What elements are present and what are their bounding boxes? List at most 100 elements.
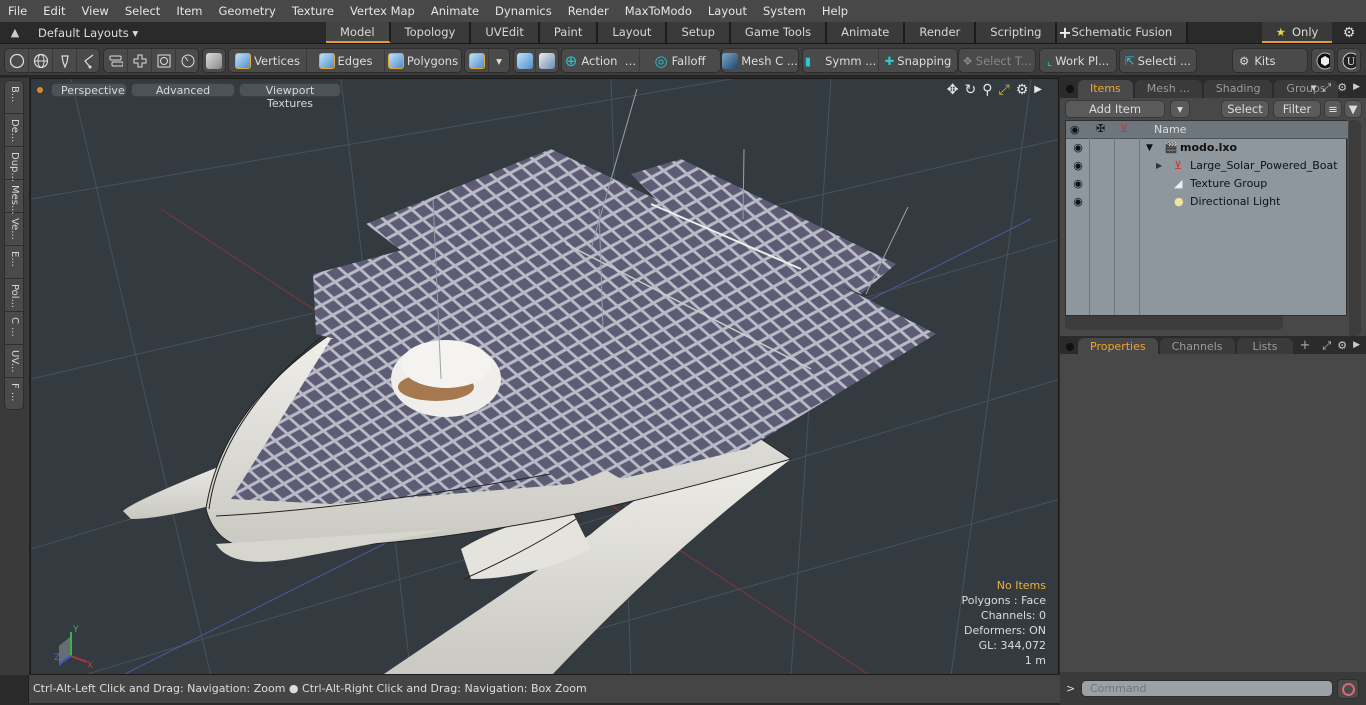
visibility-eye-icon[interactable]: ◉ [1070, 193, 1086, 211]
add-panel-tab-button[interactable]: + [1299, 338, 1310, 353]
tab-topology[interactable]: Topology [390, 22, 472, 43]
tab-model[interactable]: Model [326, 22, 391, 43]
menu-edit[interactable]: Edit [35, 0, 73, 22]
chevron-down-icon[interactable]: ▾ [1311, 81, 1317, 95]
panel-dot-icon[interactable] [1066, 85, 1074, 93]
gray-cube-icon[interactable] [203, 49, 225, 72]
symmetry-button[interactable]: ▮ Symm ... [803, 49, 879, 72]
gear-icon[interactable]: ⚙ [1340, 23, 1358, 43]
globe-icon[interactable] [29, 49, 53, 72]
command-input[interactable] [1081, 680, 1333, 697]
perspective-button[interactable]: Perspective [51, 83, 127, 97]
menu-file[interactable]: File [0, 0, 35, 22]
expand-arrow-icon[interactable]: ▶ [1156, 157, 1162, 175]
mesh-constraint-button[interactable]: Mesh C ... [722, 49, 798, 72]
lasso-icon[interactable] [77, 49, 101, 72]
tab-shading[interactable]: Shading [1203, 80, 1273, 98]
snapping-button[interactable]: ✚ Snapping [879, 49, 957, 72]
maximize-icon[interactable]: ⤢ [1322, 339, 1331, 353]
action-center-button[interactable]: ⊕ Action … [562, 49, 640, 72]
tab-game-tools[interactable]: Game Tools [730, 22, 828, 43]
tab-schematic-fusion[interactable]: Schematic Fusion [1057, 22, 1189, 43]
collapse-arrow-icon[interactable]: ▼ [1146, 139, 1153, 157]
panel-arrow-icon[interactable]: ▶ [1353, 339, 1360, 353]
viewport-settings-icon[interactable]: ⚙ [1016, 82, 1029, 98]
unreal-icon[interactable]: U [1338, 49, 1360, 72]
record-macro-button[interactable] [1337, 679, 1359, 699]
add-item-button[interactable]: Add Item [1065, 100, 1165, 118]
tree-row[interactable]: ◉ ● Directional Light [1066, 193, 1348, 211]
select-button[interactable]: Select [1221, 100, 1269, 118]
tab-scripting[interactable]: Scripting [976, 22, 1058, 43]
left-tab-curve[interactable]: C ... [5, 312, 23, 345]
move-view-icon[interactable]: ✥ [947, 82, 959, 98]
menu-item[interactable]: Item [168, 0, 210, 22]
visibility-eye-icon[interactable]: ◉ [1070, 175, 1086, 193]
menu-render[interactable]: Render [560, 0, 617, 22]
left-tab-edge[interactable]: E... [5, 246, 23, 279]
pivot-cube-icon[interactable] [514, 49, 536, 72]
vertices-button[interactable]: Vertices [229, 49, 307, 72]
shading-mode-button[interactable]: Advanced [131, 83, 235, 97]
menu-view[interactable]: View [74, 0, 117, 22]
cross-grid-icon[interactable] [128, 49, 152, 72]
left-tab-polygon[interactable]: Pol... [5, 279, 23, 312]
left-tab-mesh-edit[interactable]: Mes... [5, 180, 23, 215]
tab-mesh[interactable]: Mesh ... [1134, 80, 1202, 98]
expand-right-icon[interactable]: ▶ [1034, 82, 1042, 98]
kits-button[interactable]: ⚙ Kits [1233, 49, 1307, 72]
visibility-eye-icon[interactable]: ◉ [1070, 139, 1086, 157]
rotate-view-icon[interactable]: ↻ [965, 82, 977, 98]
menu-vertex-map[interactable]: Vertex Map [342, 0, 423, 22]
tab-render[interactable]: Render [905, 22, 977, 43]
panel-arrow-icon[interactable]: ▶ [1353, 81, 1360, 95]
3d-viewport[interactable]: Perspective Advanced Viewport Textures ✥… [30, 78, 1059, 675]
left-tab-vertex[interactable]: Ve... [5, 213, 23, 246]
square-circle-icon[interactable] [152, 49, 176, 72]
left-tab-deform[interactable]: De... [5, 114, 23, 147]
left-tab-uv[interactable]: UV... [5, 345, 23, 378]
unity-icon[interactable] [1312, 49, 1334, 72]
left-tab-fusion[interactable]: F ... [5, 378, 23, 411]
add-tab-button[interactable]: + [1057, 22, 1073, 43]
menu-maxtomodo[interactable]: MaxToModo [617, 0, 700, 22]
menu-system[interactable]: System [755, 0, 814, 22]
tab-setup[interactable]: Setup [667, 22, 731, 43]
pen-tool-icon[interactable] [53, 49, 77, 72]
tree-horizontal-scrollbar[interactable] [1065, 316, 1283, 330]
panel-gear-icon[interactable]: ⚙ [1337, 339, 1347, 353]
add-item-dropdown[interactable]: ▾ [1170, 100, 1190, 118]
dial-icon[interactable] [176, 49, 200, 72]
menu-layout[interactable]: Layout [700, 0, 755, 22]
tree-vertical-scrollbar[interactable] [1349, 120, 1361, 336]
polygons-button[interactable]: Polygons [385, 49, 461, 72]
tab-uvedit[interactable]: UVEdit [471, 22, 540, 43]
panel-dot-icon[interactable] [1066, 343, 1074, 351]
tree-row[interactable]: ◉ ▼ 🎬 modo.lxo [1066, 139, 1348, 157]
list-options-icon[interactable]: ≡ [1324, 100, 1342, 118]
select-through-button[interactable]: ❖ Select T... [959, 49, 1035, 72]
zoom-view-icon[interactable]: ⚲ [982, 82, 992, 98]
stack-icon[interactable] [104, 49, 128, 72]
left-tab-basic[interactable]: B... [5, 81, 23, 114]
circle-select-icon[interactable] [5, 49, 29, 72]
funnel-filter-icon[interactable]: ▼ [1344, 100, 1362, 118]
tab-layout[interactable]: Layout [598, 22, 668, 43]
menu-dynamics[interactable]: Dynamics [487, 0, 560, 22]
viewport-textures-button[interactable]: Viewport Textures [239, 83, 341, 110]
edges-button[interactable]: Edges [307, 49, 385, 72]
material-cube-icon[interactable] [465, 49, 489, 72]
tree-row[interactable]: ◉ ▶ ⊻ Large_Solar_Powered_Boat [1066, 157, 1348, 175]
only-toggle[interactable]: ★ Only [1262, 22, 1332, 43]
menu-geometry[interactable]: Geometry [211, 0, 284, 22]
name-column-header[interactable]: Name [1154, 123, 1186, 136]
tree-row[interactable]: ◉ ◢ Texture Group [1066, 175, 1348, 193]
tab-items[interactable]: Items [1078, 80, 1133, 98]
collapse-up-icon[interactable]: ▲ [8, 26, 22, 40]
work-plane-button[interactable]: ⌞ Work Pl... [1040, 49, 1116, 72]
maximize-icon[interactable]: ⤢ [1322, 81, 1331, 95]
filter-button[interactable]: Filter [1273, 100, 1321, 118]
center-cube-icon[interactable] [536, 49, 558, 72]
menu-select[interactable]: Select [117, 0, 168, 22]
panel-gear-icon[interactable]: ⚙ [1337, 81, 1347, 95]
